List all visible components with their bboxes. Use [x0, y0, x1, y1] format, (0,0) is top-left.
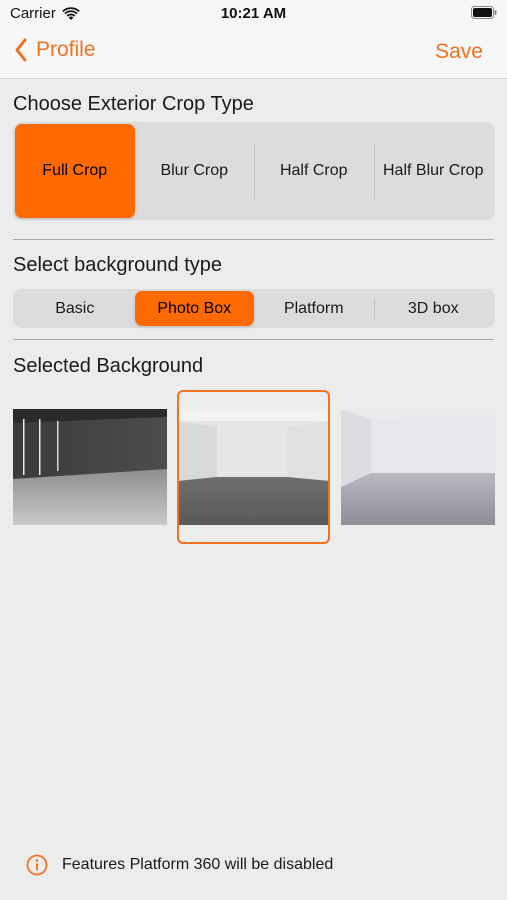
crop-option-full-crop[interactable]: Full Crop: [15, 124, 135, 218]
platform-warning-text: Features Platform 360 will be disabled: [62, 856, 334, 873]
back-button[interactable]: Profile: [14, 38, 96, 62]
status-bar: Carrier 10:21 AM: [0, 0, 507, 28]
chevron-left-icon: [15, 38, 27, 62]
background-option-3d-box[interactable]: 3D box: [373, 291, 494, 326]
background-type-title: Select background type: [13, 254, 223, 276]
background-thumbnail-dark-studio[interactable]: [13, 409, 167, 525]
selected-thumbnail-frame: [177, 390, 330, 544]
save-button[interactable]: Save: [435, 40, 483, 64]
background-option-basic[interactable]: Basic: [15, 291, 135, 326]
selected-background-title: Selected Background: [13, 355, 204, 377]
crop-option-half-blur-crop[interactable]: Half Blur Crop: [373, 124, 494, 218]
navigation-bar: Profile Save: [0, 28, 507, 79]
crop-option-half-crop[interactable]: Half Crop: [254, 124, 374, 218]
section-divider: [13, 239, 494, 240]
background-option-platform[interactable]: Platform: [254, 291, 374, 326]
back-button-label: Profile: [36, 38, 96, 61]
background-thumbnail-white-room-light-floor[interactable]: [341, 409, 495, 525]
clock: 10:21 AM: [220, 5, 287, 22]
dark-studio-image: [13, 409, 167, 525]
white-room-light-floor-image: [341, 409, 495, 525]
battery-icon: [471, 6, 497, 19]
section-divider: [13, 339, 494, 340]
crop-option-blur-crop[interactable]: Blur Crop: [135, 124, 255, 218]
background-type-selector: Basic Photo Box Platform 3D box: [13, 289, 495, 328]
crop-type-selector: Full Crop Blur Crop Half Crop Half Blur …: [13, 122, 495, 220]
crop-type-title: Choose Exterior Crop Type: [13, 93, 254, 115]
platform-warning: Features Platform 360 will be disabled: [26, 854, 333, 876]
info-icon: [26, 854, 48, 876]
background-option-photo-box[interactable]: Photo Box: [134, 291, 254, 326]
